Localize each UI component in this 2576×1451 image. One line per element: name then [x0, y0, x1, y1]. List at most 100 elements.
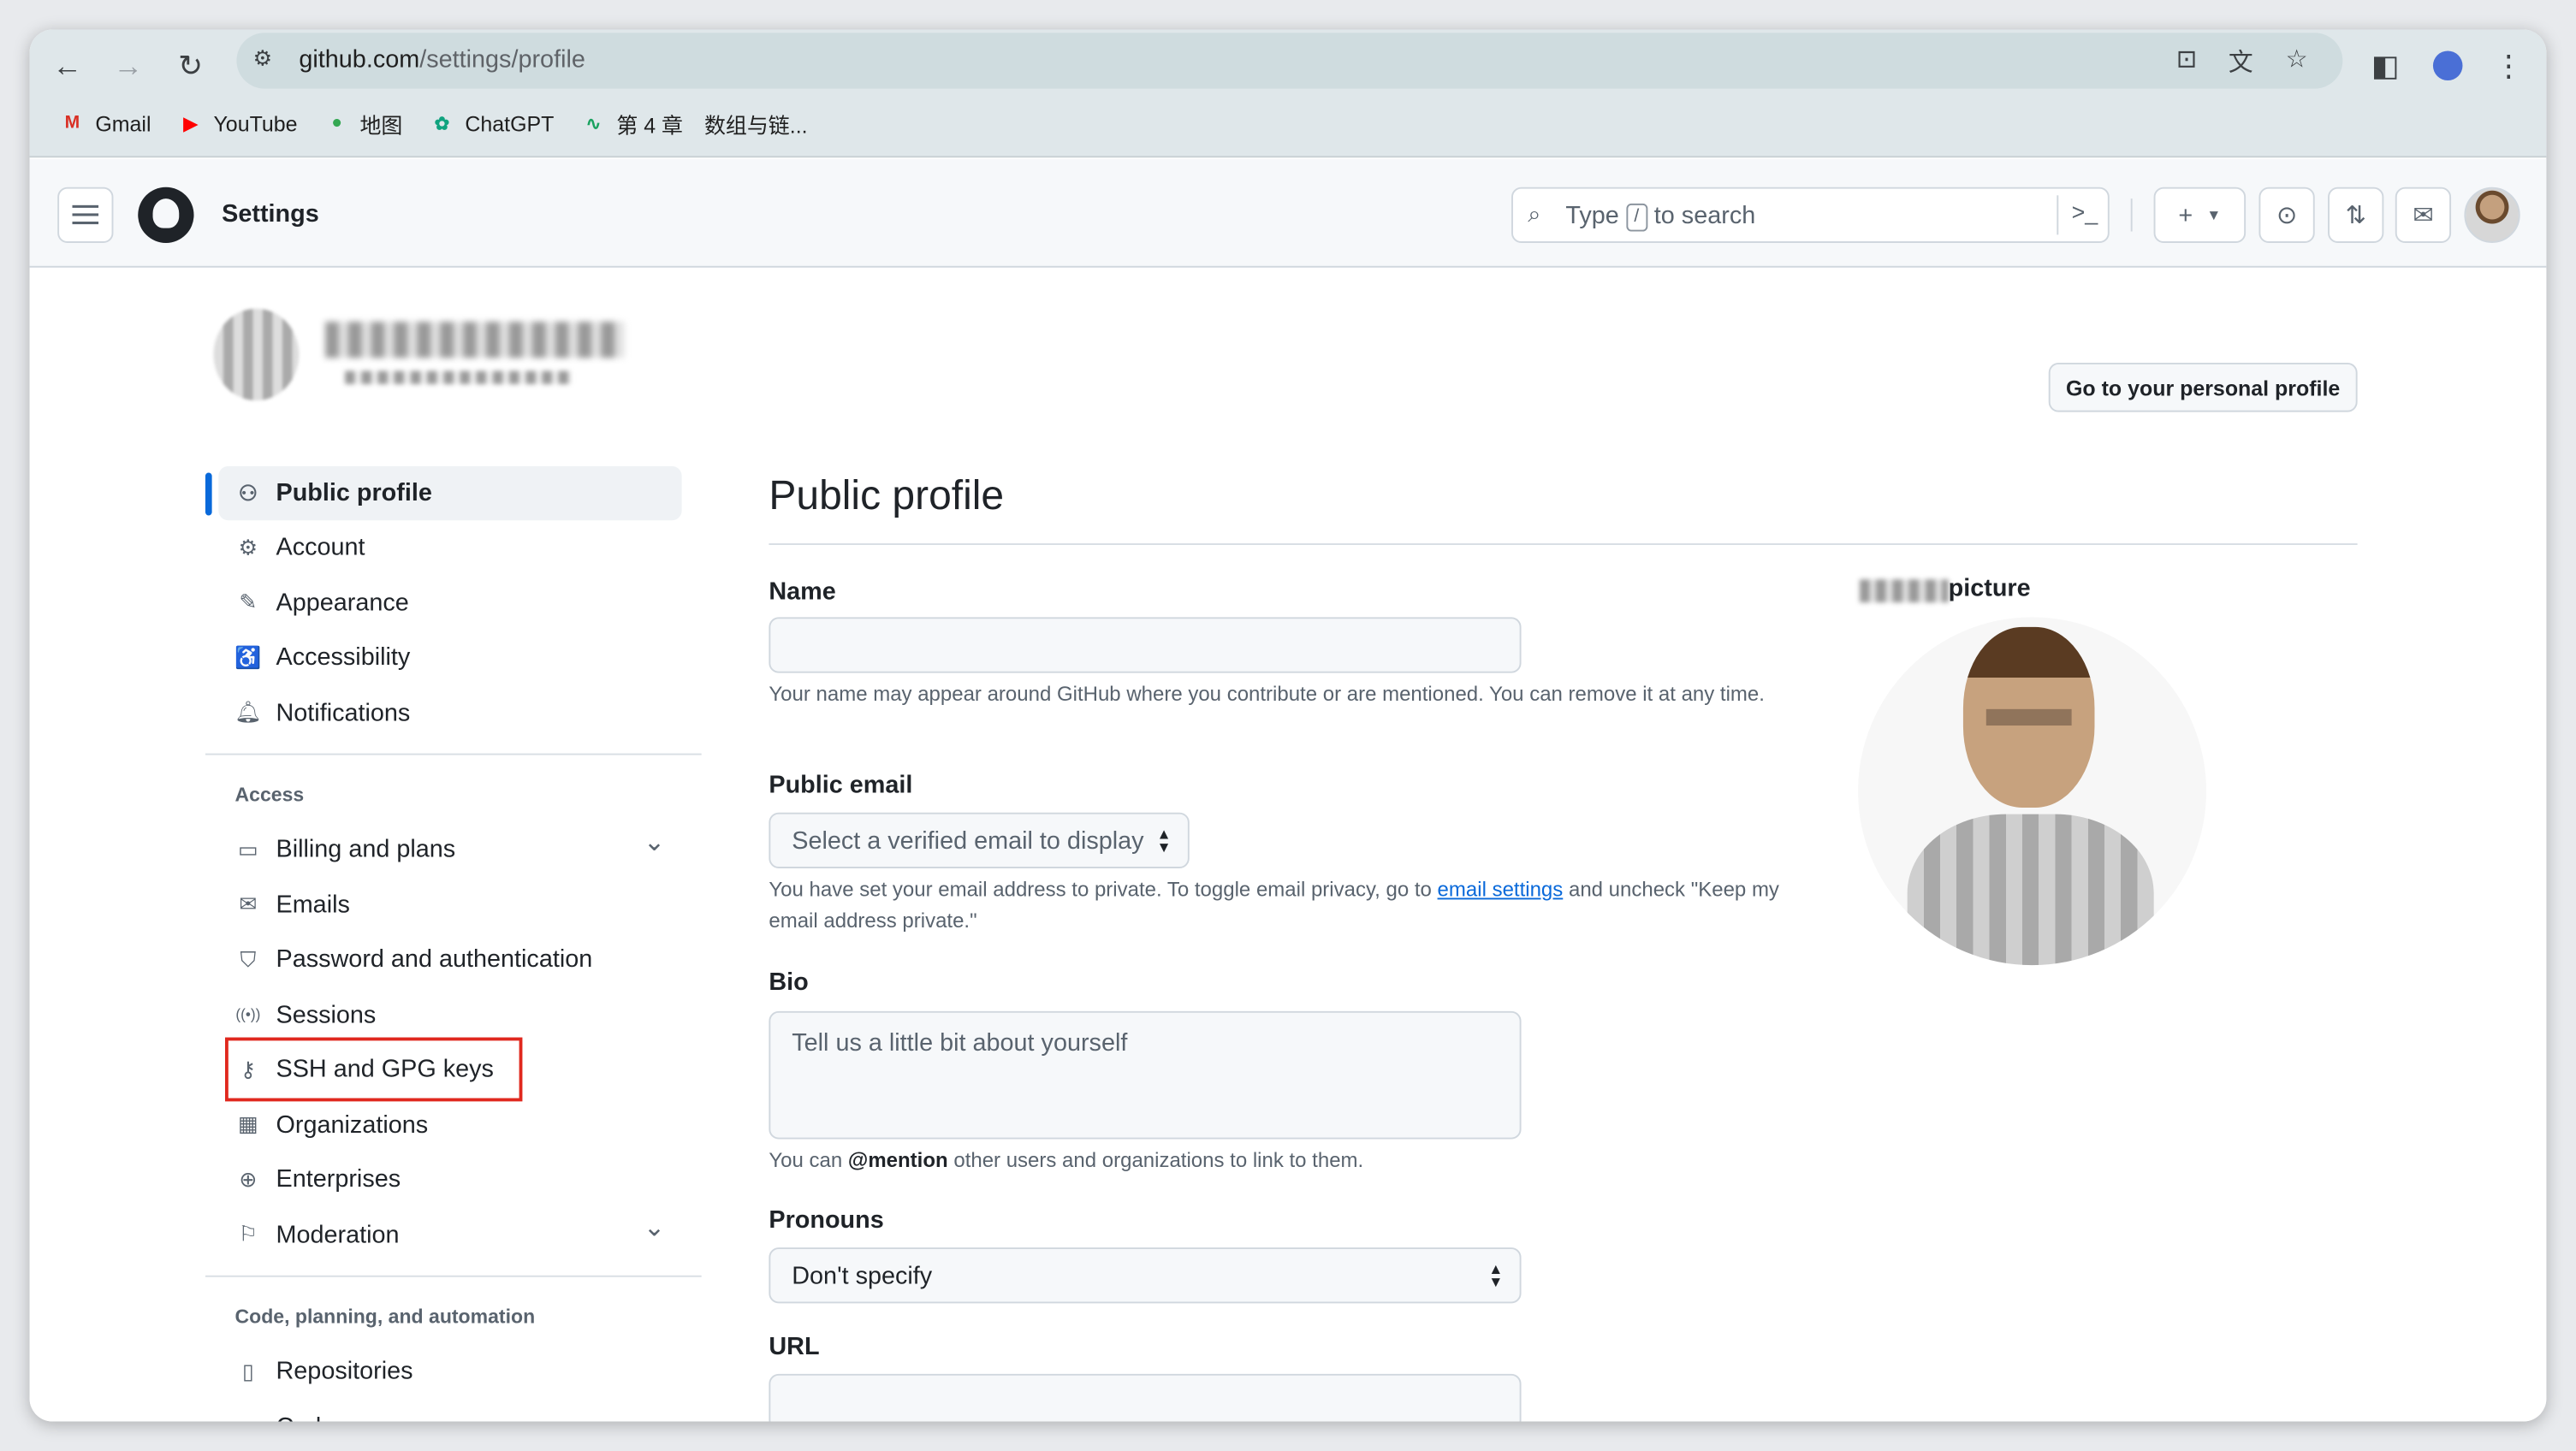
bookmark-star-icon[interactable]: ☆	[2278, 44, 2314, 80]
select-arrows-icon: ▲ ▼	[1156, 826, 1172, 856]
bio-label: Bio	[769, 968, 809, 997]
mail-icon: ✉	[239, 891, 258, 916]
name-help-text: Your name may appear around GitHub where…	[769, 683, 1765, 706]
bookmarks-bar: M Gmail ▶ YouTube ● 地图 ✿ ChatGPT ∿ 第 4 章 数组与链...	[46, 104, 821, 143]
go-to-profile-button[interactable]: Go to your personal profile	[2048, 363, 2358, 412]
slash-key: /	[1625, 203, 1647, 232]
hamburger-menu-icon[interactable]	[57, 187, 114, 243]
user-avatar-menu[interactable]	[2464, 187, 2520, 243]
sidebar-item-notifications[interactable]: 🔔︎ Notifications	[218, 685, 681, 739]
sidebar-item-public-profile[interactable]: ⚇ Public profile	[218, 465, 682, 521]
credit-card-icon: ▭	[238, 836, 258, 862]
profile-picture[interactable]	[1858, 617, 2207, 966]
highlight-annotation	[224, 1037, 523, 1102]
create-new-button[interactable]: + ▼	[2153, 187, 2247, 243]
sidebar-item-label: Emails	[276, 890, 350, 919]
sidebar-item-label: Enterprises	[276, 1165, 401, 1193]
name-input[interactable]	[769, 617, 1522, 673]
sidebar-item-label: Appearance	[276, 589, 409, 618]
sidebar-item-label: Public profile	[276, 479, 432, 507]
public-email-label: Public email	[769, 771, 913, 800]
sidebar-item-label: Notifications	[276, 698, 411, 727]
sidebar-item-label: Moderation	[276, 1220, 400, 1249]
inbox-icon[interactable]: ✉	[2395, 187, 2452, 243]
sidebar-item-emails[interactable]: ✉ Emails	[218, 877, 681, 931]
search-icon: ⌕	[1528, 200, 1541, 227]
sidebar-item-account[interactable]: ⚙ Account	[218, 521, 681, 575]
pull-requests-icon[interactable]: ⇅	[2328, 187, 2384, 243]
install-app-icon[interactable]: ⊡	[2169, 44, 2205, 80]
sidebar-item-password-and-authentication[interactable]: ⛉ Password and authentication	[218, 933, 681, 986]
chevron-down-icon[interactable]: ⌄	[644, 826, 666, 858]
profile-picture-label: picture	[1948, 574, 2031, 603]
sidebar-item-label: Codespaces	[276, 1413, 413, 1422]
organization-icon: ▦	[238, 1110, 258, 1136]
bookmark-label: Gmail	[95, 110, 151, 136]
bio-textarea[interactable]: Tell us a little bit about yourself	[769, 1010, 1522, 1140]
url-label: URL	[769, 1332, 820, 1361]
sidebar-item-sessions[interactable]: ((•)) Sessions	[218, 987, 681, 1041]
sidebar-item-label: Account	[276, 534, 365, 562]
sidebar-section-heading: Code, planning, and automation	[234, 1305, 536, 1329]
sidebar-divider	[205, 753, 702, 755]
page-title[interactable]: Settings	[222, 200, 319, 228]
reload-icon[interactable]: ↻	[168, 43, 214, 89]
more-menu-icon[interactable]: ⋮	[2485, 43, 2531, 89]
back-icon[interactable]: ←	[45, 43, 91, 89]
profile-icon[interactable]	[2425, 43, 2471, 89]
settings-content: Go to your personal profile ⚇ Public prof…	[29, 269, 2547, 1422]
account-name-redacted	[325, 322, 625, 358]
command-palette-icon[interactable]: >_	[2072, 198, 2098, 225]
chevron-down-icon[interactable]: ⌄	[644, 1211, 666, 1243]
bookmark-item[interactable]: ● 地图	[311, 104, 416, 143]
gmail-icon: M	[64, 113, 80, 133]
globe-icon: ⊕	[239, 1166, 258, 1191]
bookmark-label: ChatGPT	[465, 110, 555, 136]
sidebar-item-label: Sessions	[276, 1000, 377, 1029]
sidebar-divider	[205, 1275, 702, 1277]
plus-icon: +	[2178, 201, 2193, 229]
sidebar-item-accessibility[interactable]: ♿ Accessibility	[218, 631, 681, 684]
pronouns-select[interactable]: Don't specify ▲ ▼	[769, 1247, 1522, 1304]
sidebar-item-repositories[interactable]: ▯ Repositories	[218, 1344, 681, 1398]
accessibility-icon: ♿	[234, 644, 262, 670]
email-help-text: You have set your email address to priva…	[769, 878, 1779, 933]
bookmark-label: YouTube	[213, 110, 298, 136]
sidebar-item-enterprises[interactable]: ⊕ Enterprises	[218, 1152, 681, 1206]
account-subtitle-redacted	[345, 370, 573, 384]
sidebar-item-billing-and-plans[interactable]: ▭ Billing and plans ⌄	[218, 822, 681, 876]
bookmark-item[interactable]: ∿ 第 4 章 数组与链...	[567, 104, 821, 143]
sidebar-item-label: Billing and plans	[276, 835, 456, 864]
pronouns-label: Pronouns	[769, 1206, 884, 1235]
issues-icon[interactable]: ⊙	[2258, 187, 2315, 243]
repo-icon: ▯	[241, 1358, 254, 1383]
bio-help-text: You can @mention other users and organiz…	[769, 1149, 1364, 1172]
section-divider	[769, 543, 2358, 545]
url-input[interactable]	[769, 1373, 1522, 1422]
person-icon: ⚇	[238, 480, 258, 505]
sidebar-item-organizations[interactable]: ▦ Organizations	[218, 1098, 681, 1152]
chatgpt-icon: ✿	[434, 114, 450, 134]
codespaces-icon: ▭	[235, 1413, 262, 1422]
email-settings-link[interactable]: email settings	[1438, 878, 1564, 901]
sidebar-item-moderation[interactable]: ⚐ Moderation ⌄	[218, 1207, 681, 1261]
picture-label-redacted	[1859, 579, 1949, 603]
site-settings-icon[interactable]: ⚙	[253, 46, 283, 76]
sidebar-item-appearance[interactable]: ✎ Appearance	[218, 576, 681, 630]
sidebar-item-label: Organizations	[276, 1110, 429, 1139]
caret-down-icon: ▼	[2206, 206, 2222, 223]
translate-icon[interactable]: 文	[2223, 44, 2258, 80]
github-logo-icon[interactable]	[138, 187, 194, 243]
sidebar-item-label: Password and authentication	[276, 945, 593, 974]
bookmark-item[interactable]: ▶ YouTube	[164, 104, 311, 143]
sidebar-item-codespaces[interactable]: ▭ Codespaces	[218, 1400, 681, 1422]
address-bar[interactable]: ⚙ github.com/settings/profile ⊡ 文 ☆	[236, 33, 2343, 89]
bookmark-item[interactable]: M Gmail	[46, 104, 164, 143]
forward-icon[interactable]: →	[105, 43, 151, 89]
search-input[interactable]: ⌕ Type / to search >_	[1511, 187, 2110, 243]
public-email-select[interactable]: Select a verified email to display ▲ ▼	[769, 812, 1190, 868]
bookmark-item[interactable]: ✿ ChatGPT	[416, 104, 567, 143]
github-header: Settings ⌕ Type / to search >_ + ▼ ⊙ ⇅ ✉	[29, 159, 2547, 268]
side-panel-icon[interactable]: ◧	[2362, 43, 2408, 89]
url-text[interactable]: github.com/settings/profile	[299, 46, 585, 74]
